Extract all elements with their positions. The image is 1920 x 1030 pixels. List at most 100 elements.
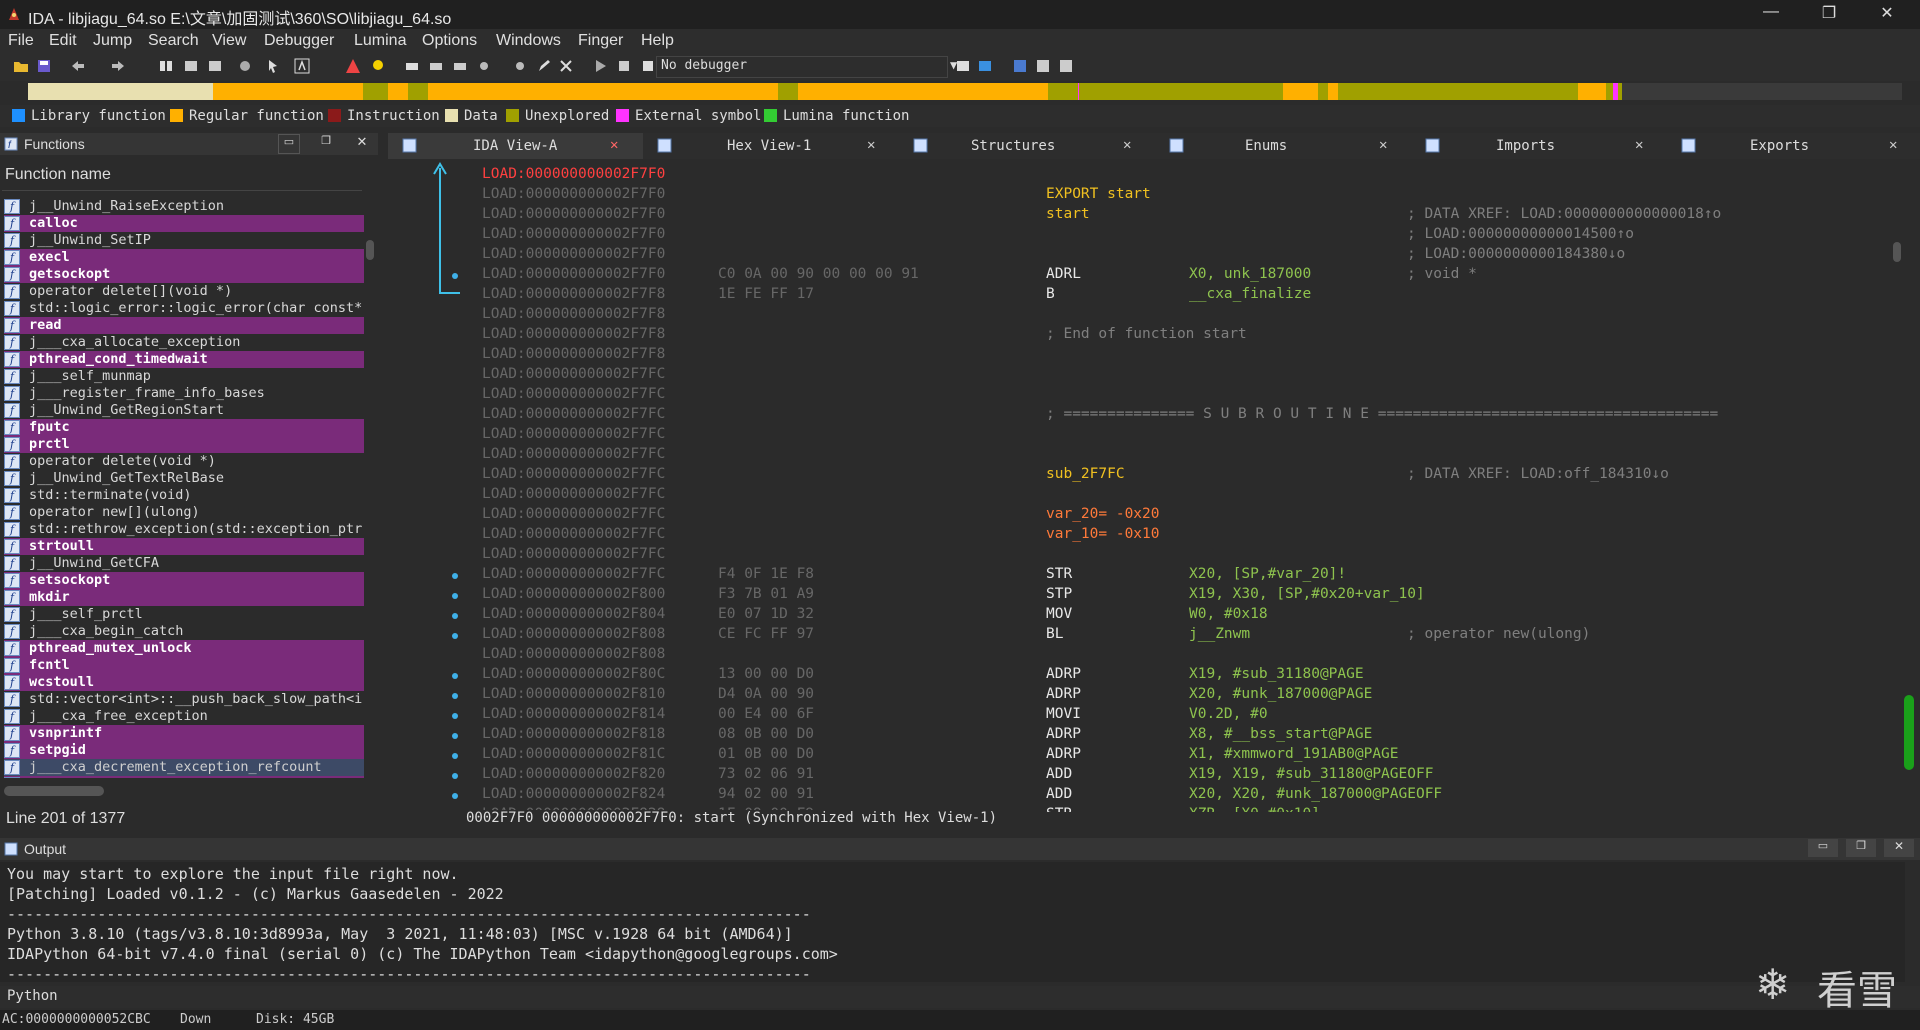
menu-help[interactable]: Help — [641, 32, 674, 50]
instruction-dot-icon[interactable] — [452, 753, 458, 759]
python-label[interactable]: Python — [7, 988, 58, 1004]
debug-attach-icon[interactable] — [955, 58, 971, 74]
tab-close-icon[interactable]: ✕ — [1123, 137, 1131, 153]
output-maximize-icon[interactable]: ▭ — [1808, 839, 1838, 857]
pause-icon[interactable] — [616, 58, 632, 74]
disasm-line[interactable]: LOAD:000000000002F81C 01 0B 00 D0 ADRP X1, … — [482, 746, 1882, 766]
disasm-operand[interactable]: X20, [SP,#var_20]! — [1189, 566, 1346, 582]
function-row[interactable]: f operator new[](ulong) — [4, 504, 364, 521]
tab-close-icon[interactable]: ✕ — [867, 137, 875, 153]
disasm-operand[interactable]: X19, #sub_31180@PAGE — [1189, 666, 1364, 682]
disasm-operand[interactable]: W0, #0x18 — [1189, 606, 1268, 622]
function-row[interactable]: f std::logic_error::logic_error(char cons… — [4, 300, 364, 317]
menu-file[interactable]: File — [8, 32, 34, 50]
function-row[interactable]: f prctl — [4, 436, 364, 453]
output-close-icon[interactable]: ✕ — [1884, 839, 1914, 857]
menu-jump[interactable]: Jump — [93, 32, 132, 50]
tab-close-icon[interactable]: ✕ — [610, 137, 618, 153]
menu-finger[interactable]: Finger — [578, 32, 623, 50]
function-row[interactable]: f setpgid — [4, 742, 364, 759]
flow-icon[interactable] — [452, 58, 468, 74]
cross-icon[interactable] — [558, 58, 574, 74]
disasm-line[interactable]: LOAD:000000000002F7FC — [482, 386, 1882, 406]
minimize-button[interactable]: — — [1748, 3, 1794, 27]
function-row[interactable]: f j__Unwind_GetCFA — [4, 555, 364, 572]
back-arrow-icon[interactable] — [70, 58, 86, 74]
debugger-select[interactable]: No debugger — [656, 56, 948, 78]
instruction-dot-icon[interactable] — [452, 633, 458, 639]
disasm-operand[interactable]: X20, #unk_187000@PAGE — [1189, 686, 1372, 702]
function-row[interactable]: f mkdir — [4, 589, 364, 606]
instruction-dot-icon[interactable] — [452, 733, 458, 739]
restore-button[interactable]: ❐ — [1806, 3, 1852, 27]
function-row[interactable]: f std::vector<int>::__push_back_slow_path… — [4, 691, 364, 708]
tab-imports[interactable]: Imports ✕ — [1411, 133, 1667, 159]
disasm-line[interactable]: LOAD:000000000002F7FC — [482, 426, 1882, 446]
disasm-line[interactable]: LOAD:000000000002F7FC — [482, 486, 1882, 506]
disasm-line[interactable]: LOAD:000000000002F800 F3 7B 01 A9 STP X19, … — [482, 586, 1882, 606]
instruction-dot-icon[interactable] — [452, 793, 458, 799]
disasm-line[interactable]: LOAD:000000000002F7FC — [482, 366, 1882, 386]
function-row[interactable]: f fputc — [4, 419, 364, 436]
close-button[interactable]: ✕ — [1864, 3, 1910, 27]
function-row[interactable]: f operator delete(void *) — [4, 453, 364, 470]
disasm-operand[interactable]: V0.2D, #0 — [1189, 706, 1268, 722]
function-row[interactable]: f execl — [4, 249, 364, 266]
warning-icon[interactable] — [345, 58, 361, 74]
tab-ida-view-a[interactable]: IDA View-A ✕ — [388, 133, 643, 159]
disasm-line[interactable]: LOAD:000000000002F7FC ; =============== S… — [482, 406, 1882, 426]
function-row[interactable]: f j___self_prctl — [4, 606, 364, 623]
disasm-line[interactable]: LOAD:000000000002F7F8 1E FE FF 17 B __cxa_f… — [482, 286, 1882, 306]
disasm-line[interactable]: LOAD:000000000002F7F8 — [482, 306, 1882, 326]
tab-close-icon[interactable]: ✕ — [1635, 137, 1643, 153]
instruction-dot-icon[interactable] — [452, 613, 458, 619]
output-console[interactable]: You may start to explore the input file … — [0, 862, 1905, 983]
menu-edit[interactable]: Edit — [49, 32, 77, 50]
disasm-line[interactable]: LOAD:000000000002F808 CE FC FF 97 BL j__Znw… — [482, 626, 1882, 646]
function-row[interactable]: f calloc — [4, 215, 364, 232]
disasm-line[interactable]: LOAD:000000000002F7F8 — [482, 346, 1882, 366]
function-row[interactable]: f j__Unwind_GetTextRelBase — [4, 470, 364, 487]
calculator-icon[interactable] — [1012, 58, 1028, 74]
tab-enums[interactable]: Enums ✕ — [1155, 133, 1411, 159]
function-row[interactable]: f j__Unwind_SetIP — [4, 232, 364, 249]
stop-icon[interactable] — [640, 58, 656, 74]
disasm-operand[interactable]: X8, #__bss_start@PAGE — [1189, 726, 1372, 742]
function-row[interactable]: f j___cxa_allocate_exception — [4, 334, 364, 351]
tab-close-icon[interactable]: ✕ — [1379, 137, 1387, 153]
function-row[interactable]: f std::terminate(void) — [4, 487, 364, 504]
function-row[interactable]: f operator delete[](void *) — [4, 283, 364, 300]
function-row[interactable]: f wcstoull — [4, 674, 364, 691]
tab-close-icon[interactable]: ✕ — [1889, 137, 1897, 153]
function-row[interactable]: f j__Unwind_GetRegionStart — [4, 402, 364, 419]
sign-icon[interactable] — [1035, 58, 1051, 74]
text-a-icon[interactable] — [294, 58, 310, 74]
disasm-line[interactable]: LOAD:000000000002F7F0 — [482, 166, 1882, 186]
instruction-dot-icon[interactable] — [452, 673, 458, 679]
menu-search[interactable]: Search — [148, 32, 199, 50]
bulb-icon[interactable] — [370, 58, 386, 74]
disasm-scroll-thumb[interactable] — [1893, 242, 1901, 262]
edit-icon[interactable] — [536, 58, 552, 74]
save-icon[interactable] — [36, 58, 52, 74]
function-row[interactable]: f getsockopt — [4, 266, 364, 283]
disasm-operand[interactable]: X1, #xmmword_191AB0@PAGE — [1189, 746, 1399, 762]
disasm-line[interactable]: LOAD:000000000002F7F0 C0 0A 00 90 00 00 0… — [482, 266, 1882, 286]
cursor-icon[interactable] — [265, 58, 281, 74]
disasm-label[interactable]: sub_2F7FC — [1046, 466, 1125, 482]
disasm-label[interactable]: EXPORT start — [1046, 186, 1151, 202]
disasm-line[interactable]: LOAD:000000000002F7FC var_20= -0x20 — [482, 506, 1882, 526]
disasm-operand[interactable]: j__Znwm — [1189, 626, 1250, 642]
disasm-line[interactable]: LOAD:000000000002F7F0 ; LOAD:000000000000… — [482, 226, 1882, 246]
function-name-column-header[interactable]: Function name — [2, 162, 362, 191]
disasm-operand[interactable]: X20, X20, #unk_187000@PAGEOFF — [1189, 786, 1442, 802]
forward-arrow-icon[interactable] — [110, 58, 126, 74]
disasm-label[interactable]: start — [1046, 206, 1090, 222]
disasm-line[interactable]: LOAD:000000000002F7FC var_10= -0x10 — [482, 526, 1882, 546]
print-icon[interactable] — [404, 58, 420, 74]
menu-debugger[interactable]: Debugger — [264, 32, 334, 50]
disasm-line[interactable]: LOAD:000000000002F7F0 start ; DATA XREF: L… — [482, 206, 1882, 226]
function-row[interactable]: f pthread_mutex_unlock — [4, 640, 364, 657]
instruction-dot-icon[interactable] — [452, 573, 458, 579]
panel-close-icon[interactable]: ✕ — [352, 134, 372, 152]
